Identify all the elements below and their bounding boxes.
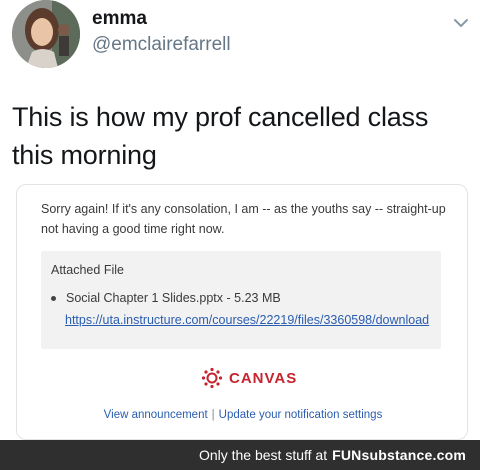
watermark-banner: Only the best stuff at FUNsubstance.com bbox=[0, 440, 480, 470]
attachment-name: Social Chapter 1 Slides.pptx - 5.23 MB bbox=[66, 291, 281, 305]
attachment-title: Attached File bbox=[51, 263, 124, 277]
chevron-down-icon[interactable] bbox=[452, 14, 470, 32]
email-footer-links: View announcement | Update your notificati… bbox=[17, 409, 467, 421]
view-announcement-link[interactable]: View announcement bbox=[104, 409, 208, 421]
footer-separator: | bbox=[211, 409, 215, 421]
attachment-box: Attached File Social Chapter 1 Slides.pp… bbox=[41, 251, 441, 349]
bullet-icon bbox=[51, 295, 56, 301]
email-message: Sorry again! If it's any consolation, I … bbox=[41, 202, 446, 236]
author-handle[interactable]: @emclairefarrell bbox=[92, 34, 231, 56]
author-name[interactable]: emma bbox=[92, 8, 147, 30]
canvas-logo: CANVAS bbox=[201, 367, 297, 389]
email-screenshot: Sorry again! If it's any consolation, I … bbox=[16, 184, 468, 440]
banner-text: Only the best stuff at bbox=[198, 447, 328, 463]
tweet-text: This is how my prof cancelled class this… bbox=[12, 102, 429, 170]
banner-brand: FUNsubstance.com bbox=[332, 447, 466, 463]
tweet-card: emma @emclairefarrell This is how my pro… bbox=[0, 0, 480, 440]
avatar-photo bbox=[12, 0, 80, 68]
attachment-item: Social Chapter 1 Slides.pptx - 5.23 MB bbox=[51, 291, 281, 305]
attachment-download-link[interactable]: https://uta.instructure.com/courses/2221… bbox=[65, 313, 429, 327]
avatar[interactable] bbox=[12, 0, 80, 68]
canvas-logo-icon bbox=[201, 367, 223, 389]
canvas-wordmark: CANVAS bbox=[229, 369, 298, 387]
notification-settings-link[interactable]: Update your notification settings bbox=[219, 409, 383, 421]
